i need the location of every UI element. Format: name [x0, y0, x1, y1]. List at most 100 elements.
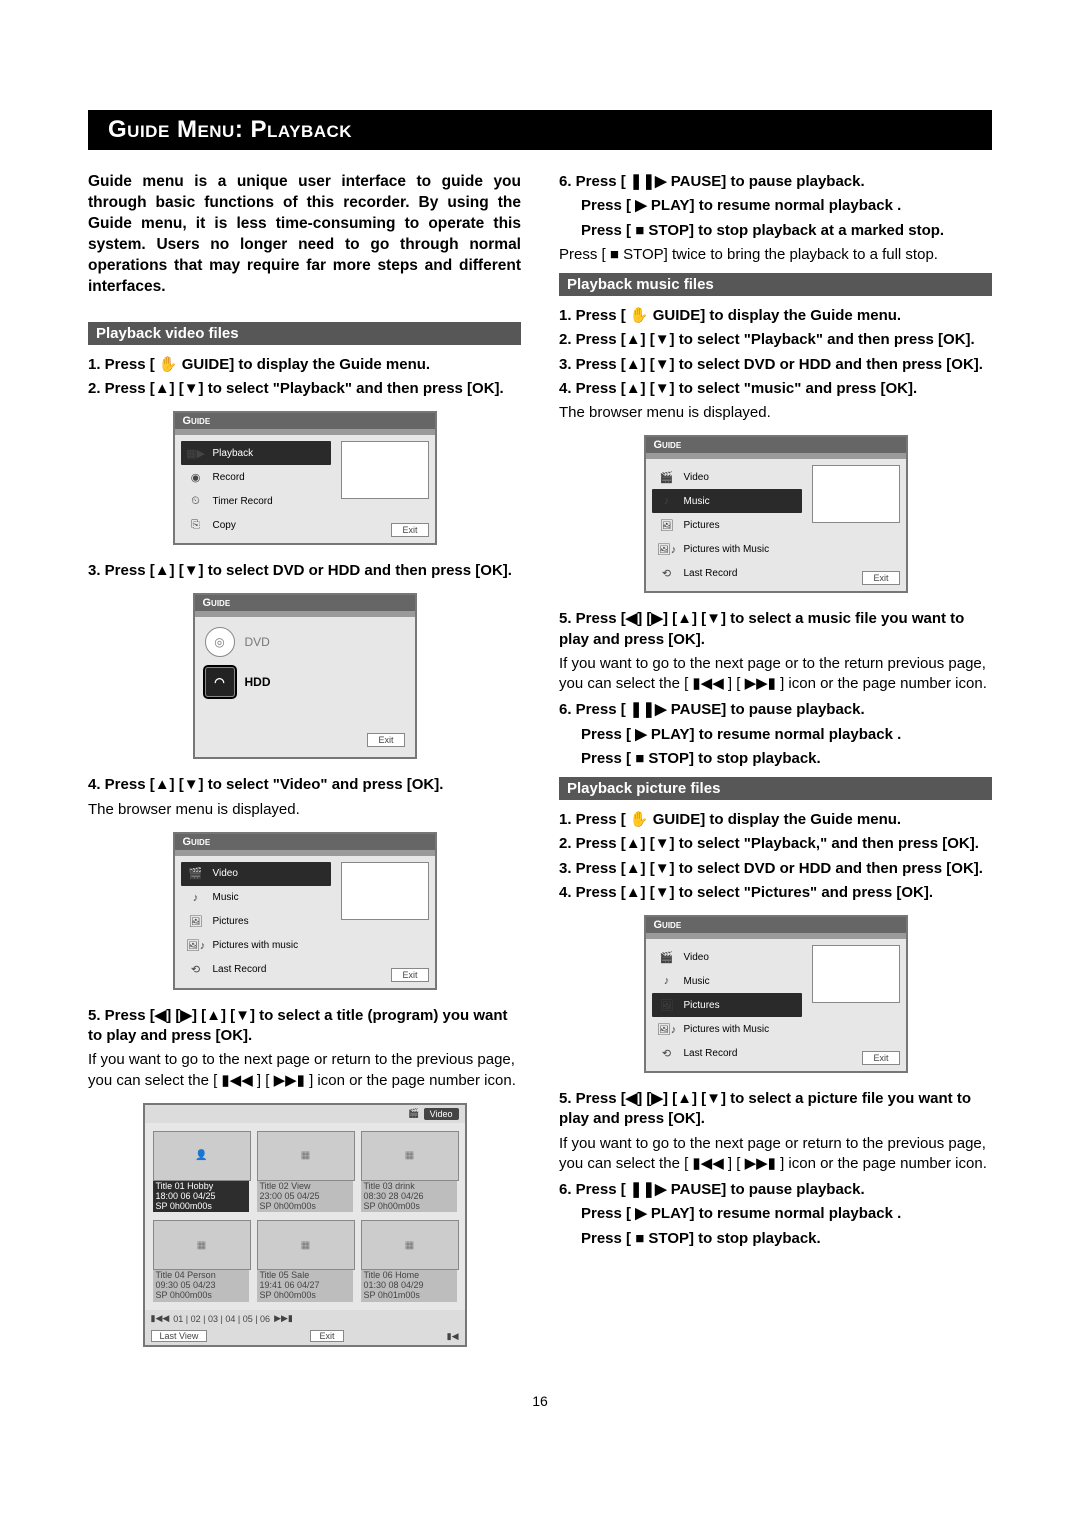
music-step-5-note: If you want to go to the next page or to… — [559, 654, 992, 695]
playback-icon: ▦▶ — [185, 444, 207, 462]
guide-item-timer: ⏲ Timer Record — [181, 489, 331, 513]
browser-item: ⟲Last Record — [181, 958, 331, 982]
music-icon: ♪ — [656, 972, 678, 990]
page-title: Guide Menu: Playback — [88, 110, 992, 150]
browser-item-label: Music — [684, 976, 710, 987]
source-hdd: ◠ HDD — [205, 667, 405, 697]
picture-step-5-note: If you want to go to the next page or re… — [559, 1134, 992, 1175]
thumb-item: ▦ Title 05 Sale19:41 06 04/27SP 0h00m00s — [257, 1220, 353, 1302]
guide-item-label: Timer Record — [213, 496, 273, 507]
picture-step-4: 4. Press [▲] [▼] to select "Pictures" an… — [559, 883, 992, 903]
thumb-item: ▦ Title 03 drink08:30 28 04/26SP 0h00m00… — [361, 1131, 457, 1213]
video-icon: 🎬 — [185, 865, 207, 883]
music-icon: ♪ — [185, 889, 207, 907]
figure-guide-playback: Guide ▦▶ Playback ◉ Record — [173, 411, 437, 545]
picmusic-icon: 🖼♪ — [185, 937, 207, 955]
last-view-button: Last View — [151, 1330, 208, 1342]
guide-item-label: Copy — [213, 520, 236, 531]
music-step-2: 2. Press [▲] [▼] to select "Playback" an… — [559, 330, 992, 350]
browser-item: 🎬Video — [652, 465, 802, 489]
music-step-1: 1. Press [ ✋ GUIDE] to display the Guide… — [559, 306, 992, 326]
picture-step-6b: Press [ ▶ PLAY] to resume normal playbac… — [559, 1204, 992, 1224]
last-icon: ⟲ — [656, 564, 678, 582]
thumb-item: ▦ Title 04 Person09:30 05 04/23SP 0h00m0… — [153, 1220, 249, 1302]
guide-item-playback: ▦▶ Playback — [181, 441, 331, 465]
thumb-item: ▦ Title 06 Home01:30 08 04/29SP 0h01m00s — [361, 1220, 457, 1302]
thumb-media-icon: 🎬 — [408, 1108, 419, 1120]
video-step-6d: Press [ ■ STOP] twice to bring the playb… — [559, 245, 992, 265]
right-column: 6. Press [ ❚❚▶ PAUSE] to pause playback.… — [559, 172, 992, 1363]
figure-header: Guide — [646, 437, 906, 453]
browser-item: 🖼♪ Pictures with Music — [652, 537, 802, 561]
video-step-1: 1. Press [ ✋ GUIDE] to display the Guide… — [88, 355, 521, 375]
browser-item-label: Video — [684, 952, 709, 963]
last-icon: ⟲ — [185, 961, 207, 979]
exit-button: Exit — [391, 968, 428, 982]
browser-item: ♪ Music — [652, 969, 802, 993]
video-step-6c: Press [ ■ STOP] to stop playback at a ma… — [559, 221, 992, 241]
picture-step-5: 5. Press [◀] [▶] [▲] [▼] to select a pic… — [559, 1089, 992, 1130]
source-dvd: ◎ DVD — [205, 627, 405, 657]
exit-button: Exit — [862, 571, 899, 585]
browser-item-label: Pictures with Music — [684, 544, 770, 555]
figure-header: Guide — [175, 834, 435, 850]
preview-box — [341, 862, 429, 920]
figure-header: Guide — [646, 917, 906, 933]
exit-button: Exit — [862, 1051, 899, 1065]
music-step-6a: 6. Press [ ❚❚▶ PAUSE] to pause playback. — [559, 700, 992, 720]
timer-icon: ⏲ — [185, 492, 207, 510]
thumb-item: ▦ Title 02 View23:00 05 04/25SP 0h00m00s — [257, 1131, 353, 1213]
browser-item: ⟲ Last Record — [652, 561, 802, 585]
music-step-6c: Press [ ■ STOP] to stop playback. — [559, 749, 992, 769]
figure-video-thumbnails: 🎬 Video 👤 Title 01 Hobby18:00 06 04/25SP… — [143, 1103, 467, 1347]
video-icon: 🎬 — [656, 948, 678, 966]
video-step-6b: Press [ ▶ PLAY] to resume normal playbac… — [559, 196, 992, 216]
thumb-top-label: Video — [424, 1108, 459, 1120]
thumb-item: 👤 Title 01 Hobby18:00 06 04/25SP 0h00m00… — [153, 1131, 249, 1213]
picture-step-1: 1. Press [ ✋ GUIDE] to display the Guide… — [559, 810, 992, 830]
browser-item-label: Pictures — [213, 916, 249, 927]
preview-box — [812, 465, 900, 523]
page-number: 16 — [88, 1393, 992, 1409]
browser-item-label: Last Record — [684, 1048, 738, 1059]
exit-button: Exit — [391, 523, 428, 537]
music-icon: ♪ — [656, 492, 678, 510]
picture-step-6a: 6. Press [ ❚❚▶ PAUSE] to pause playback. — [559, 1180, 992, 1200]
picture-step-3: 3. Press [▲] [▼] to select DVD or HDD an… — [559, 859, 992, 879]
section-heading-video: Playback video files — [88, 322, 521, 345]
browser-item: 🎬Video — [181, 862, 331, 886]
exit-button: Exit — [367, 733, 404, 747]
exit-button: Exit — [310, 1330, 343, 1342]
section-heading-music: Playback music files — [559, 273, 992, 296]
browser-item: 🖼 Pictures — [652, 513, 802, 537]
picmusic-icon: 🖼♪ — [656, 540, 678, 558]
preview-box — [812, 945, 900, 1003]
figure-header: Guide — [195, 595, 415, 611]
guide-item-copy: ⎘ Copy — [181, 513, 331, 537]
browser-item-label: Pictures — [684, 520, 720, 531]
music-step-4-note: The browser menu is displayed. — [559, 403, 992, 423]
music-step-4: 4. Press [▲] [▼] to select "music" and p… — [559, 379, 992, 399]
section-heading-picture: Playback picture files — [559, 777, 992, 800]
last-icon: ⟲ — [656, 1044, 678, 1062]
figure-header: Guide — [175, 413, 435, 429]
guide-item-record: ◉ Record — [181, 465, 331, 489]
picture-icon: 🖼 — [656, 516, 678, 534]
browser-item-label: Pictures with music — [213, 940, 299, 951]
figure-guide-source: Guide ◎ DVD ◠ HDD Exit — [193, 593, 417, 759]
browser-item: ♪ Music — [652, 489, 802, 513]
picture-icon: 🖼 — [185, 913, 207, 931]
guide-item-label: Playback — [213, 448, 254, 459]
left-column: Guide menu is a unique user interface to… — [88, 172, 521, 1363]
video-step-6a: 6. Press [ ❚❚▶ PAUSE] to pause playback. — [559, 172, 992, 192]
figure-browser-music: Guide 🎬Video ♪ Music 🖼 Pictures 🖼♪ Pictures… — [644, 435, 908, 593]
hdd-icon: ◠ — [205, 667, 235, 697]
copy-icon: ⎘ — [185, 516, 207, 534]
video-step-5: 5. Press [◀] [▶] [▲] [▼] to select a tit… — [88, 1006, 521, 1047]
browser-item-label: Last Record — [684, 568, 738, 579]
source-label: HDD — [245, 675, 271, 689]
browser-item: 🎬 Video — [652, 945, 802, 969]
browser-item-label: Music — [684, 496, 710, 507]
disc-icon: ◎ — [205, 627, 235, 657]
guide-item-label: Record — [213, 472, 245, 483]
